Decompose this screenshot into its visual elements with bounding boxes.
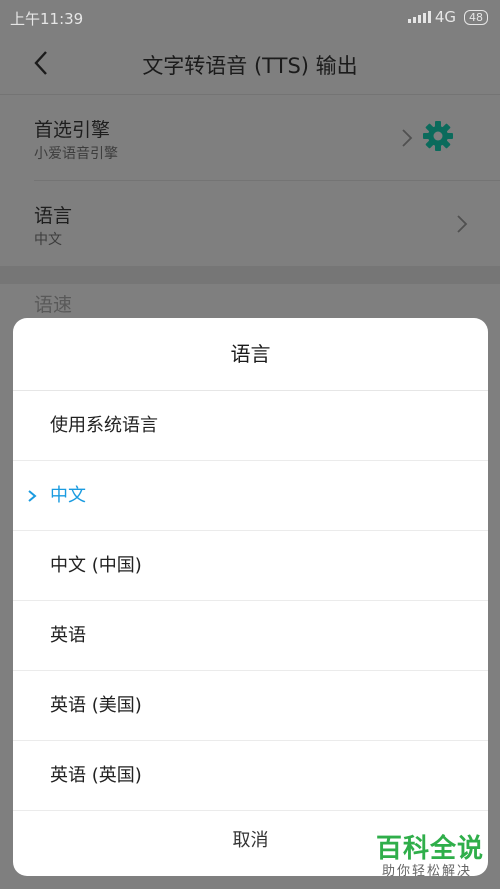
- language-value: 中文: [34, 232, 62, 248]
- dialog-title: 语言: [13, 318, 488, 391]
- language-row[interactable]: 语言 中文: [0, 181, 500, 267]
- gear-icon[interactable]: [422, 120, 454, 152]
- watermark-slogan: 助你轻松解决: [382, 864, 473, 879]
- selected-indicator-icon: [28, 490, 37, 502]
- option-label: 中文: [50, 485, 86, 506]
- page-title: 文字转语音 (TTS) 输出: [142, 54, 358, 78]
- option-label: 英语: [50, 625, 86, 646]
- speech-rate-title: 语速: [34, 294, 73, 316]
- watermark-logo: 百科全说 助你轻松解决: [370, 828, 490, 880]
- preferred-engine-value: 小爱语音引擎: [34, 146, 118, 162]
- option-label: 英语 (英国): [50, 765, 142, 786]
- option-label: 使用系统语言: [50, 415, 158, 436]
- chevron-right-icon: [457, 215, 468, 233]
- option-system-language[interactable]: 使用系统语言: [13, 391, 488, 461]
- option-label: 英语 (美国): [50, 695, 142, 716]
- battery-icon: 48: [464, 9, 488, 25]
- option-english-us[interactable]: 英语 (美国): [13, 671, 488, 741]
- status-bar: 上午11:39 4G 48: [0, 0, 500, 34]
- option-english[interactable]: 英语: [13, 601, 488, 671]
- network-label: 4G: [434, 8, 456, 26]
- option-chinese-china[interactable]: 中文 (中国): [13, 531, 488, 601]
- section-divider: [0, 266, 500, 284]
- status-indicators: 4G 48: [407, 8, 488, 26]
- title-bar: 文字转语音 (TTS) 输出: [0, 34, 500, 94]
- option-label: 中文 (中国): [50, 555, 142, 576]
- chevron-right-icon: [402, 129, 413, 147]
- option-english-uk[interactable]: 英语 (英国): [13, 741, 488, 811]
- language-dialog: 语言 使用系统语言 中文 中文 (中国) 英语 英语 (美国) 英语 (英国) …: [13, 318, 488, 876]
- signal-icon: [407, 11, 431, 23]
- preferred-engine-title: 首选引擎: [34, 119, 111, 141]
- language-title: 语言: [34, 205, 73, 227]
- option-chinese[interactable]: 中文: [13, 461, 488, 531]
- status-time: 上午11:39: [10, 10, 84, 28]
